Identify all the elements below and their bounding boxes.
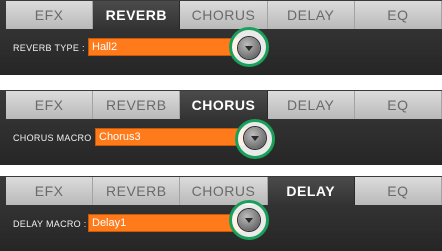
- chorus-macro-dropdown-button[interactable]: [244, 127, 266, 149]
- tab-reverb[interactable]: REVERB: [93, 177, 181, 205]
- reverb-type-label: REVERB TYPE :: [13, 43, 85, 53]
- tab-efx[interactable]: EFX: [6, 91, 94, 119]
- tab-bar: EFX REVERB CHORUS DELAY EQ: [6, 91, 442, 119]
- chevron-down-icon: [245, 46, 253, 51]
- tab-eq[interactable]: EQ: [354, 91, 442, 119]
- reverb-type-select[interactable]: Hall2: [88, 38, 246, 56]
- delay-macro-label: DELAY MACRO :: [13, 219, 87, 229]
- tab-chorus[interactable]: CHORUS: [180, 1, 268, 29]
- effect-panel-reverb: EFX REVERB CHORUS DELAY EQ REVERB TYPE :…: [0, 0, 442, 75]
- delay-macro-dropdown-button[interactable]: [238, 209, 260, 231]
- tab-efx[interactable]: EFX: [6, 1, 94, 29]
- tab-bar: EFX REVERB CHORUS DELAY EQ: [6, 177, 442, 205]
- chevron-down-icon: [245, 218, 253, 223]
- tab-bar: EFX REVERB CHORUS DELAY EQ: [6, 1, 442, 29]
- effect-panel-chorus: EFX REVERB CHORUS DELAY EQ CHORUS MACRO …: [0, 90, 442, 165]
- tab-reverb[interactable]: REVERB: [93, 1, 181, 29]
- tab-delay[interactable]: DELAY: [267, 91, 355, 119]
- tab-delay[interactable]: DELAY: [267, 1, 355, 29]
- chorus-macro-label: CHORUS MACRO :: [13, 133, 98, 143]
- effect-panel-delay: EFX REVERB CHORUS DELAY EQ DELAY MACRO :…: [0, 176, 442, 251]
- delay-macro-select[interactable]: Delay1: [88, 214, 246, 232]
- tab-delay[interactable]: DELAY: [267, 177, 355, 205]
- reverb-type-dropdown-button[interactable]: [238, 37, 260, 59]
- tab-eq[interactable]: EQ: [354, 1, 442, 29]
- tab-efx[interactable]: EFX: [6, 177, 94, 205]
- tab-eq[interactable]: EQ: [354, 177, 442, 205]
- tab-chorus[interactable]: CHORUS: [180, 91, 268, 119]
- chorus-macro-select[interactable]: Chorus3: [95, 128, 252, 146]
- chevron-down-icon: [251, 136, 259, 141]
- tab-reverb[interactable]: REVERB: [93, 91, 181, 119]
